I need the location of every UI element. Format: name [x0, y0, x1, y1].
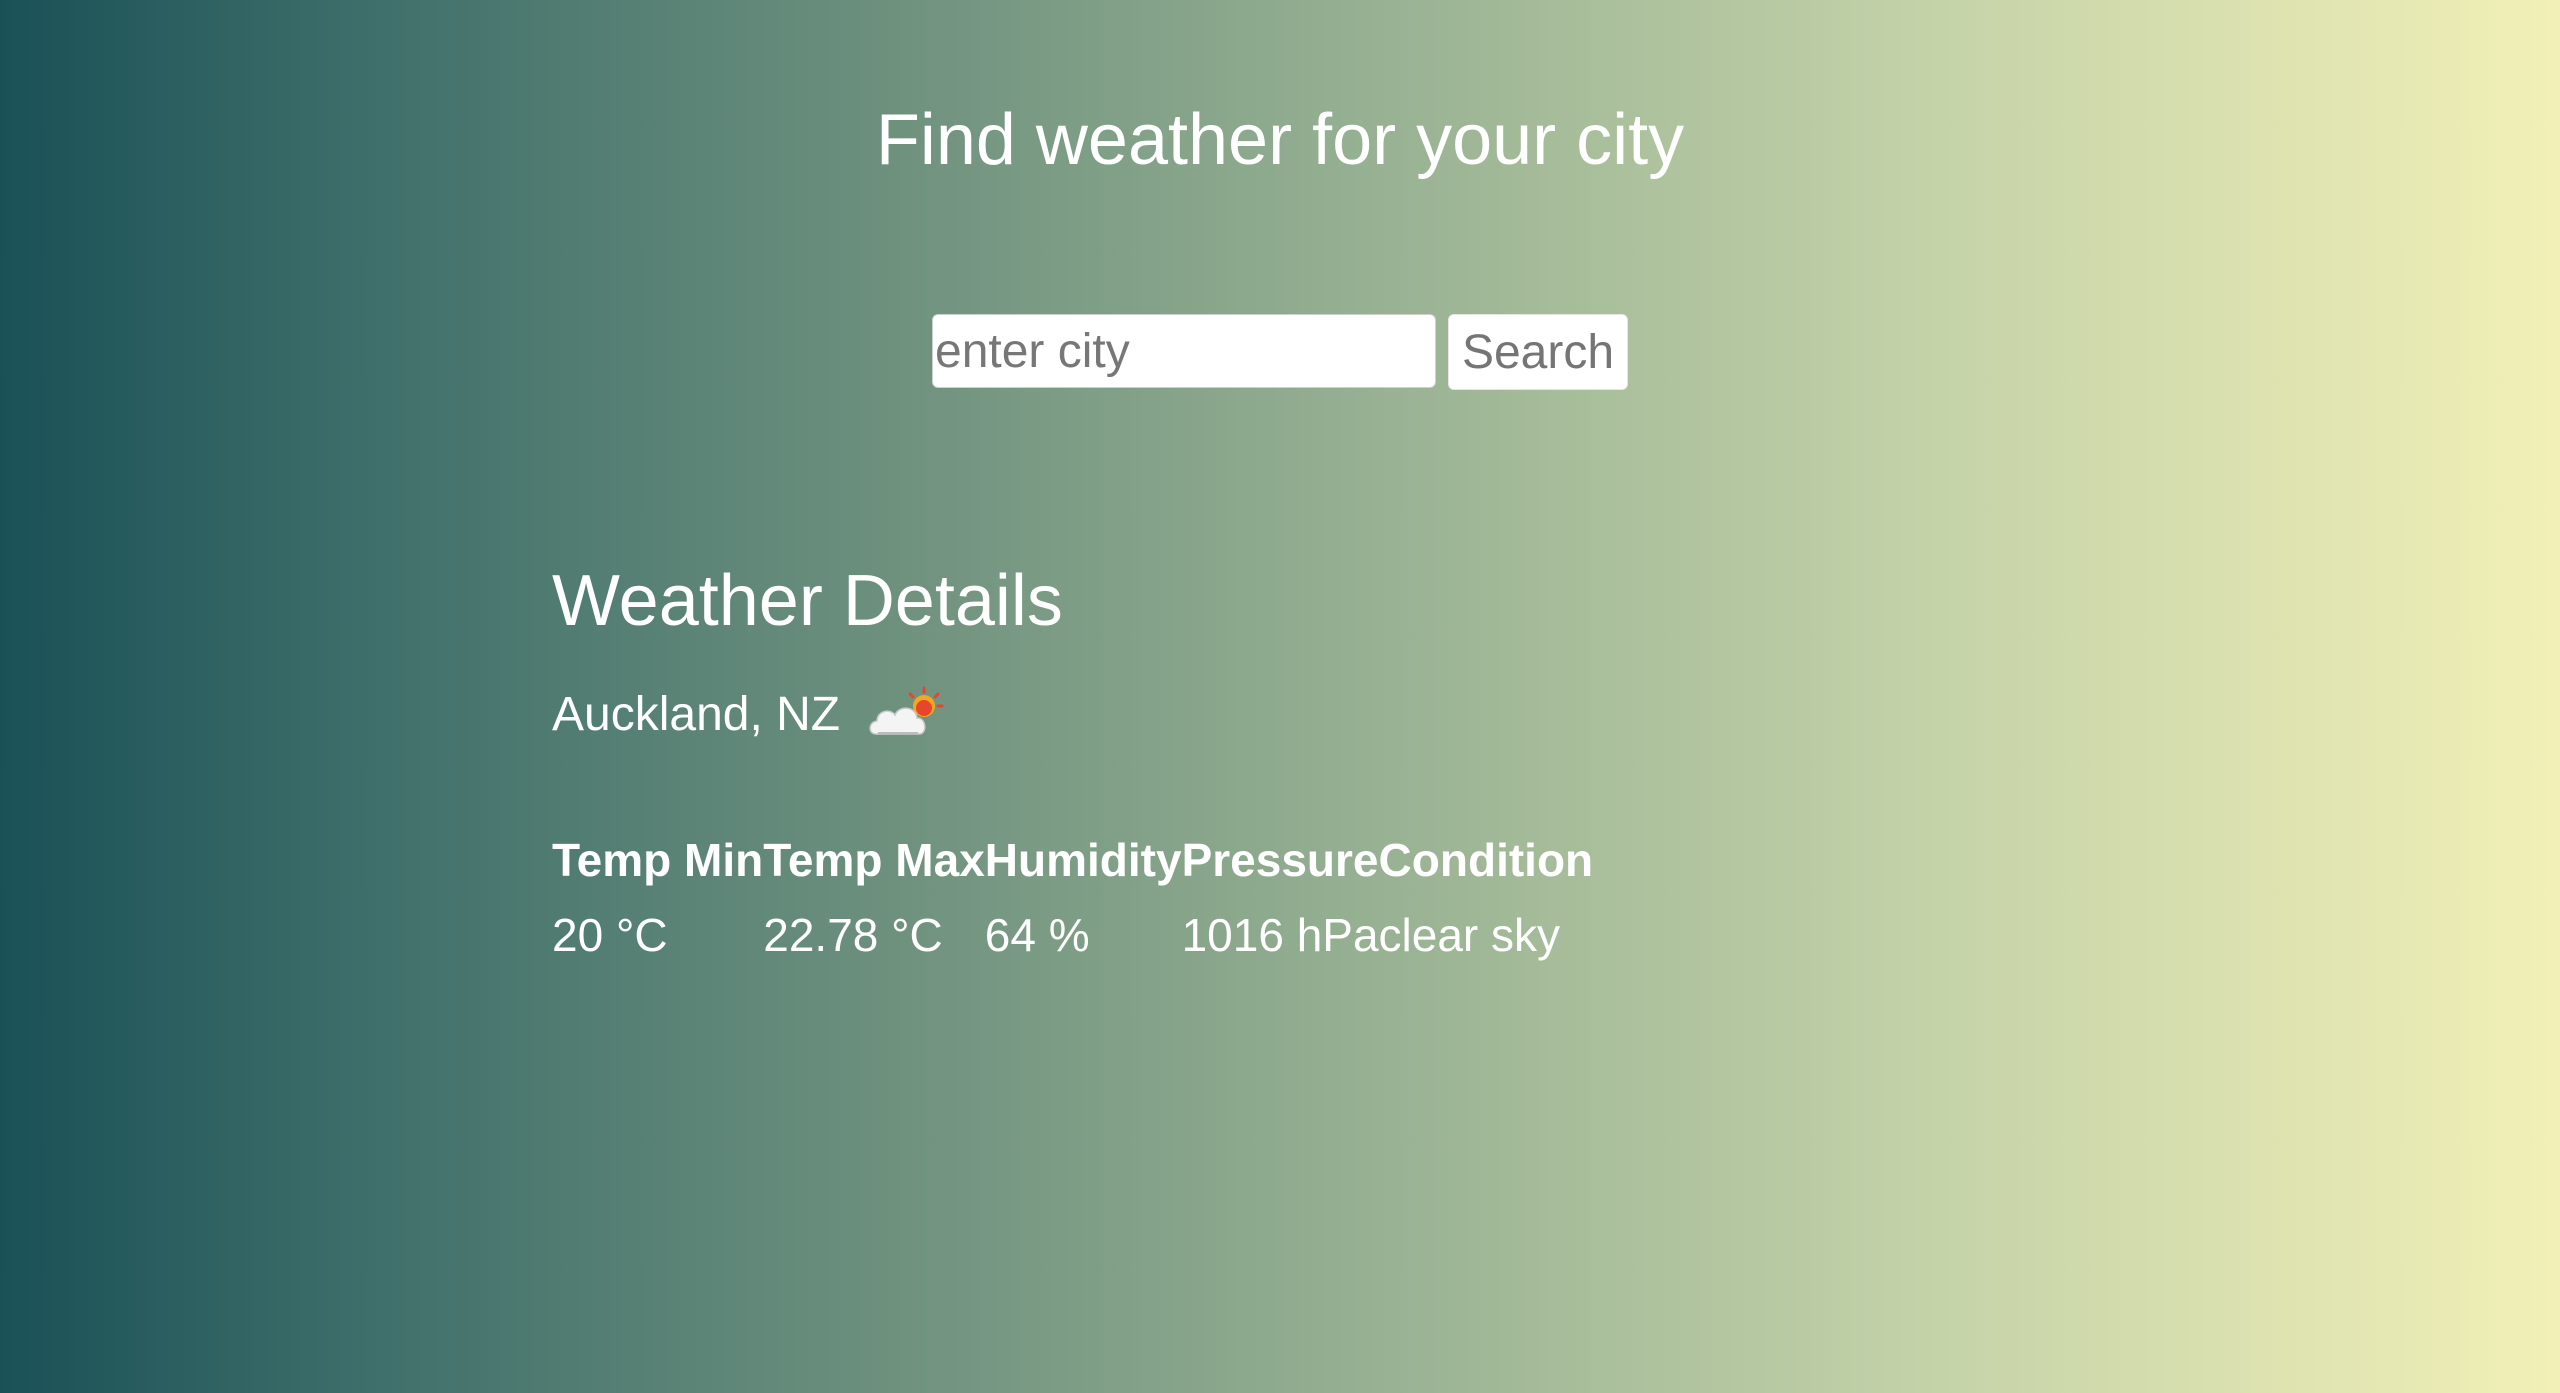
weather-stats-table: Temp Min Temp Max Humidity Pressure Cond… [552, 824, 1593, 974]
column-header-temp-max: Temp Max [763, 834, 985, 886]
location-label: Auckland, NZ [552, 687, 841, 741]
temp-max-value: 22.78 °C [763, 909, 943, 961]
pressure-value: 1016 hPa [1181, 909, 1379, 961]
column-header-pressure: Pressure [1181, 834, 1379, 886]
column-header-temp-min: Temp Min [552, 834, 764, 886]
stats-header-row: Temp Min Temp Max Humidity Pressure Cond… [552, 824, 1593, 896]
city-search-input[interactable] [932, 314, 1436, 388]
condition-value: clear sky [1378, 909, 1561, 961]
column-header-condition: Condition [1378, 834, 1594, 886]
search-form: Search [932, 314, 1628, 390]
column-header-humidity: Humidity [984, 834, 1182, 886]
stats-value-row: 20 °C 22.78 °C 64 % 1016 hPa clear sky [552, 896, 1593, 974]
search-button[interactable]: Search [1448, 314, 1628, 390]
weather-details-title: Weather Details [552, 561, 1063, 641]
cloud-sun-icon [866, 684, 944, 744]
weather-details-section: Weather Details Auckland, NZ Temp Min Te… [552, 556, 1593, 961]
location-row: Auckland, NZ [552, 682, 944, 746]
humidity-value: 64 % [984, 909, 1090, 961]
page-title: Find weather for your city [875, 100, 1685, 180]
temp-min-value: 20 °C [552, 909, 668, 961]
